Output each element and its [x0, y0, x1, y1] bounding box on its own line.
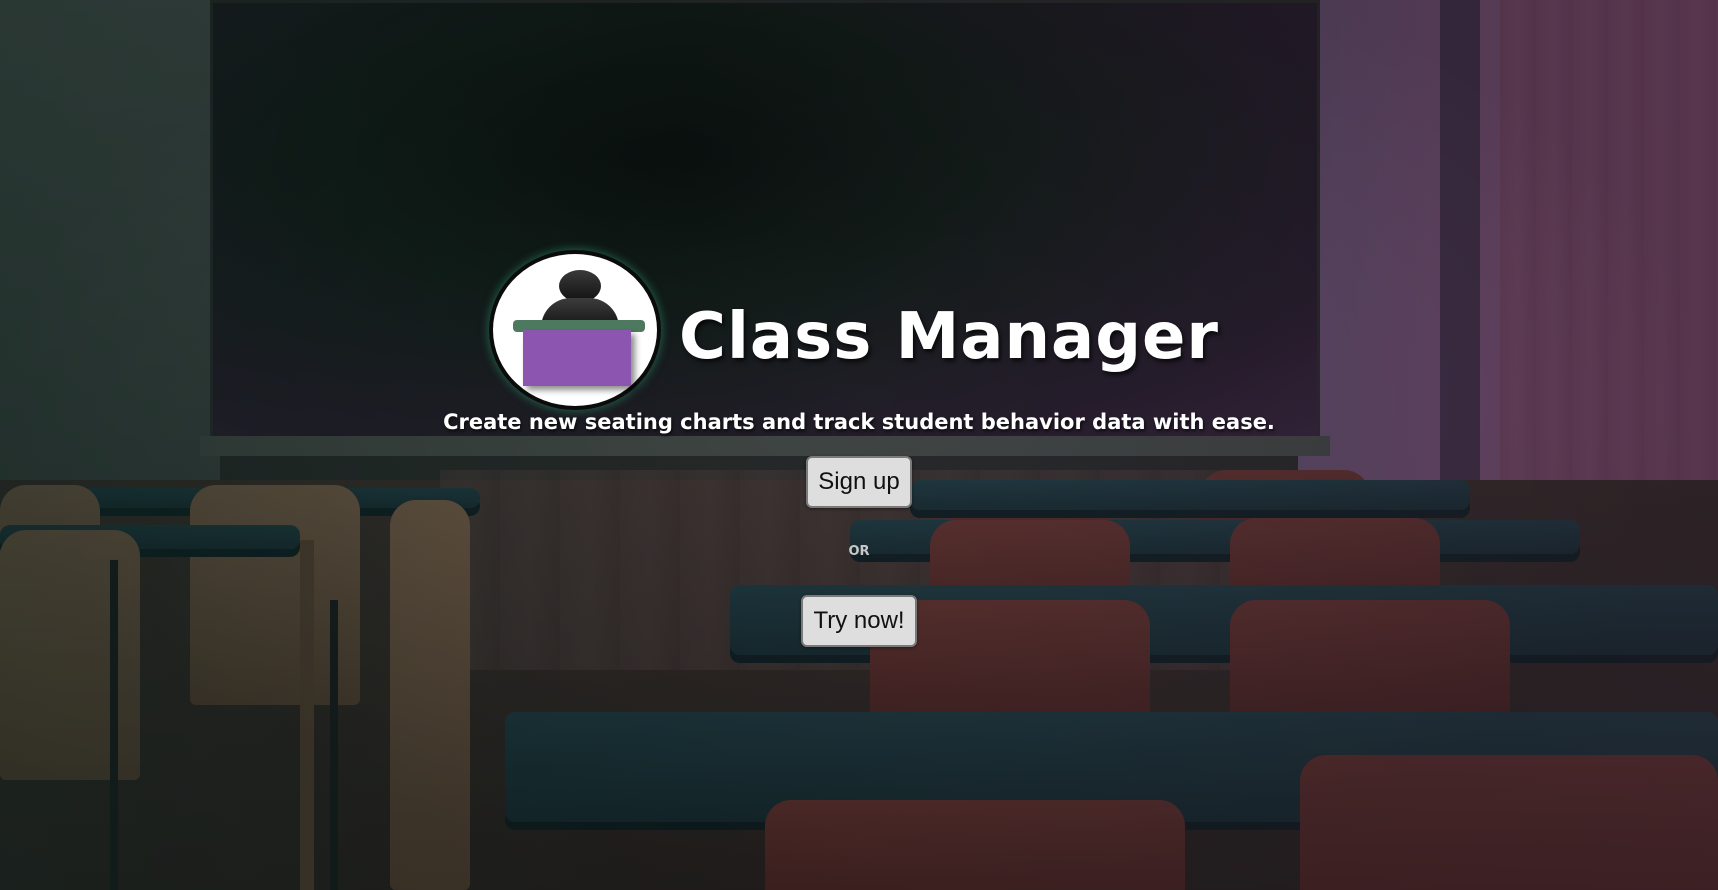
try-container: Try now! — [0, 595, 1718, 647]
teacher-at-desk-icon — [489, 250, 662, 410]
brand-header: Class Manager — [0, 250, 1718, 410]
sign-up-button[interactable]: Sign up — [806, 456, 912, 508]
app-title: Class Manager — [679, 300, 1219, 374]
tagline: Create new seating charts and track stud… — [443, 410, 1275, 434]
hero-section: Class Manager Create new seating charts … — [0, 250, 1718, 647]
signup-container: Sign up — [0, 456, 1718, 508]
try-now-button[interactable]: Try now! — [801, 595, 917, 647]
logo-desk-front — [523, 330, 632, 386]
or-separator: OR — [848, 544, 870, 559]
